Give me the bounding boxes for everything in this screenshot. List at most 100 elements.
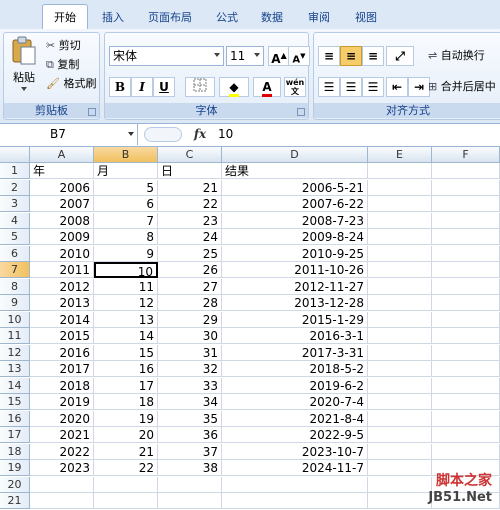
grid-cell[interactable]: 2014	[30, 312, 94, 328]
row-header[interactable]: 16	[0, 411, 30, 427]
row-header[interactable]: 19	[0, 460, 30, 476]
active-cell[interactable]: 10	[94, 262, 158, 278]
grid-cell[interactable]	[368, 246, 432, 262]
grid-cell[interactable]	[432, 411, 500, 427]
grid-cell[interactable]: 34	[158, 394, 222, 410]
grid-cell[interactable]: 月	[94, 163, 158, 179]
row-header[interactable]: 4	[0, 213, 30, 229]
format-painter-button[interactable]: 🖌 格式刷	[46, 75, 100, 93]
grid-cell[interactable]: 2016	[30, 345, 94, 361]
grid-cell[interactable]	[432, 196, 500, 212]
grid-cell[interactable]: 22	[158, 196, 222, 212]
phonetic-button[interactable]: wén 文	[284, 77, 306, 97]
grid-cell[interactable]	[432, 246, 500, 262]
grid-cell[interactable]: 7	[94, 213, 158, 229]
grid-cell[interactable]: 2010	[30, 246, 94, 262]
grid-cell[interactable]	[368, 361, 432, 377]
copy-button[interactable]: ⧉ 复制	[46, 56, 98, 74]
grid-cell[interactable]: 2023	[30, 460, 94, 476]
font-size-select[interactable]: 11	[226, 46, 264, 66]
grid-cell[interactable]	[432, 163, 500, 179]
grid-cell[interactable]: 2018-5-2	[222, 361, 368, 377]
grid-cell[interactable]: 年	[30, 163, 94, 179]
grid-cell[interactable]: 27	[158, 279, 222, 295]
row-header[interactable]: 12	[0, 345, 30, 361]
merge-center-button[interactable]: ⊞ 合并后居中	[428, 77, 500, 97]
grid-cell[interactable]: 32	[158, 361, 222, 377]
grid-cell[interactable]	[94, 493, 158, 509]
row-header[interactable]: 18	[0, 444, 30, 460]
grid-cell[interactable]: 2008	[30, 213, 94, 229]
grid-cell[interactable]: 2016-3-1	[222, 328, 368, 344]
grid-cell[interactable]: 20	[94, 427, 158, 443]
italic-button[interactable]: I	[131, 77, 153, 97]
formula-input[interactable]: 10	[218, 124, 233, 145]
grid-cell[interactable]: 结果	[222, 163, 368, 179]
tab-insert[interactable]: 插入	[96, 7, 130, 28]
formula-bar-grip[interactable]	[144, 127, 182, 142]
row-header[interactable]: 10	[0, 312, 30, 328]
align-left-button[interactable]: ☰	[318, 77, 340, 97]
grid-cell[interactable]	[368, 345, 432, 361]
underline-button[interactable]: U	[153, 77, 175, 97]
grid-cell[interactable]	[432, 444, 500, 460]
grid-cell[interactable]: 28	[158, 295, 222, 311]
grid-cell[interactable]	[432, 361, 500, 377]
wrap-text-button[interactable]: ⇌ 自动换行	[428, 46, 500, 66]
grid-cell[interactable]: 2019	[30, 394, 94, 410]
tab-home[interactable]: 开始	[42, 4, 88, 30]
font-launcher-icon[interactable]	[297, 108, 305, 116]
grid-cell[interactable]: 8	[94, 229, 158, 245]
row-header[interactable]: 15	[0, 394, 30, 410]
grid-cell[interactable]	[368, 163, 432, 179]
grid-cell[interactable]: 2019-6-2	[222, 378, 368, 394]
row-header[interactable]: 6	[0, 246, 30, 262]
grid-cell[interactable]	[368, 411, 432, 427]
grid-cell[interactable]	[368, 196, 432, 212]
grid-cell[interactable]: 37	[158, 444, 222, 460]
grid-cell[interactable]	[368, 262, 432, 278]
grid-cell[interactable]: 2011-10-26	[222, 262, 368, 278]
grid-cell[interactable]	[368, 213, 432, 229]
grid-cell[interactable]: 日	[158, 163, 222, 179]
grid-cell[interactable]: 2017-3-31	[222, 345, 368, 361]
paste-dropdown-icon[interactable]	[21, 87, 27, 91]
grid-cell[interactable]: 17	[94, 378, 158, 394]
align-middle-button[interactable]: ≡	[340, 46, 362, 66]
column-header-d[interactable]: D	[222, 147, 368, 163]
grid-cell[interactable]: 6	[94, 196, 158, 212]
font-name-select[interactable]: 宋体	[109, 46, 224, 66]
grid-cell[interactable]: 38	[158, 460, 222, 476]
grid-cell[interactable]	[368, 460, 432, 476]
align-right-button[interactable]: ☰	[362, 77, 384, 97]
grid-cell[interactable]: 21	[158, 180, 222, 196]
insert-function-button[interactable]: fx	[190, 127, 210, 143]
grid-cell[interactable]: 2006-5-21	[222, 180, 368, 196]
row-header[interactable]: 20	[0, 477, 30, 493]
tab-page-layout[interactable]: 页面布局	[141, 7, 199, 28]
cut-button[interactable]: ✂ 剪切	[46, 37, 98, 55]
grid-cell[interactable]	[94, 477, 158, 493]
grid-cell[interactable]	[368, 312, 432, 328]
row-header[interactable]: 5	[0, 229, 30, 245]
grid-cell[interactable]: 21	[94, 444, 158, 460]
column-header-a[interactable]: A	[30, 147, 94, 163]
grid-cell[interactable]: 2009	[30, 229, 94, 245]
grid-cell[interactable]: 2023-10-7	[222, 444, 368, 460]
tab-view[interactable]: 视图	[349, 7, 383, 28]
grid-cell[interactable]	[432, 312, 500, 328]
row-header[interactable]: 9	[0, 295, 30, 311]
grid-cell[interactable]	[432, 262, 500, 278]
align-bottom-button[interactable]: ≡	[362, 46, 384, 66]
row-header[interactable]: 3	[0, 196, 30, 212]
grid-cell[interactable]: 2017	[30, 361, 94, 377]
grid-cell[interactable]	[432, 345, 500, 361]
row-header[interactable]: 7	[0, 262, 30, 278]
grid-cell[interactable]: 2015-1-29	[222, 312, 368, 328]
grid-cell[interactable]	[432, 378, 500, 394]
grid-cell[interactable]	[158, 493, 222, 509]
tab-data[interactable]: 数据	[255, 7, 289, 28]
grid-cell[interactable]	[368, 444, 432, 460]
grid-cell[interactable]	[158, 477, 222, 493]
grid-cell[interactable]: 2015	[30, 328, 94, 344]
